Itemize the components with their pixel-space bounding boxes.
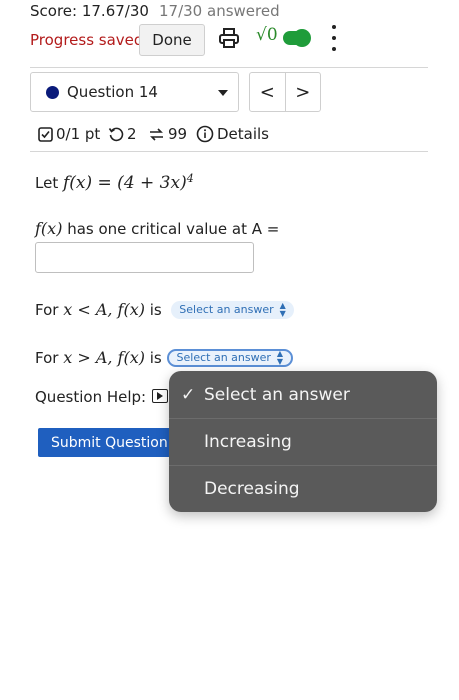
question-select-label: Question 14: [67, 83, 158, 101]
retry-icon: [108, 127, 124, 142]
dropdown-option-select[interactable]: ✓ Select an answer: [169, 371, 437, 418]
divider: [30, 151, 428, 152]
details-link[interactable]: Details: [196, 125, 269, 143]
chevron-updown-icon: ▲ ▼: [276, 348, 284, 366]
prev-question-button[interactable]: <: [250, 73, 285, 111]
greater-condition: x > A, f(x): [63, 348, 145, 367]
points-text: 0/1 pt: [56, 125, 101, 143]
option-label: Select an answer: [204, 384, 350, 405]
option-label: Decreasing: [204, 479, 300, 499]
less-than-row: For x < A, f(x) is Select an answer ▲ ▼: [35, 300, 294, 319]
submit-question-button[interactable]: Submit Question: [38, 428, 181, 457]
video-icon[interactable]: [152, 389, 168, 403]
retries-count: 2: [127, 125, 137, 143]
info-icon: [196, 125, 214, 143]
divider: [30, 67, 428, 68]
next-question-button[interactable]: >: [284, 73, 321, 111]
answered-count: 17/30 answered: [159, 2, 280, 20]
attempts-info: 99: [148, 125, 187, 143]
chevron-updown-icon: ▲ ▼: [279, 300, 286, 318]
retries-info: 2: [108, 125, 137, 143]
option-label: Increasing: [204, 432, 292, 452]
question-help-label: Question Help:: [35, 388, 147, 406]
math-toggle[interactable]: [283, 29, 311, 47]
details-text: Details: [217, 125, 270, 143]
answer-dropdown-menu: ✓ Select an answer Increasing Decreasing: [169, 371, 437, 512]
greater-than-row: For x > A, f(x) is Select an answer ▲ ▼: [35, 348, 294, 367]
critical-value-input[interactable]: [35, 242, 254, 273]
attempts-icon: [150, 128, 163, 141]
critical-function: f(x): [35, 219, 63, 238]
question-select[interactable]: Question 14: [30, 72, 239, 112]
print-icon[interactable]: [218, 27, 240, 49]
dropdown-option-increasing[interactable]: Increasing: [169, 418, 437, 465]
math-preview-icon: √0: [256, 25, 278, 45]
more-options-icon[interactable]: [327, 25, 341, 51]
dropdown-option-decreasing[interactable]: Decreasing: [169, 465, 437, 512]
progress-status: Progress saved: [30, 31, 144, 49]
checkmark-icon: ✓: [181, 384, 196, 405]
question-pager: < >: [249, 72, 321, 112]
critical-text: has one critical value at A =: [67, 220, 280, 238]
for-label: For: [35, 300, 59, 319]
for-label: For: [35, 348, 59, 367]
done-button[interactable]: Done: [139, 24, 205, 56]
select-label: Select an answer: [176, 351, 271, 364]
is-label: is: [149, 348, 162, 367]
let-text: Let: [35, 174, 59, 192]
problem-statement: Let f(x) = (4 + 3x)4: [35, 172, 194, 193]
score-text: Score: 17.67/30: [30, 2, 149, 20]
less-answer-select[interactable]: Select an answer ▲ ▼: [171, 300, 294, 319]
function-exponent: 4: [186, 172, 194, 185]
greater-answer-select[interactable]: Select an answer ▲ ▼: [166, 348, 294, 367]
caret-down-icon: [218, 90, 228, 96]
function-expression: f(x) = (4 + 3x): [62, 173, 187, 193]
points-info: 0/1 pt: [38, 125, 100, 143]
checkbox-icon: [38, 126, 53, 142]
critical-value-prompt: f(x) has one critical value at A =: [35, 219, 279, 238]
is-label: is: [149, 300, 162, 319]
attempts-count: 99: [168, 125, 188, 143]
select-label: Select an answer: [179, 303, 274, 316]
status-dot-icon: [46, 86, 59, 99]
less-condition: x < A, f(x): [63, 300, 145, 319]
